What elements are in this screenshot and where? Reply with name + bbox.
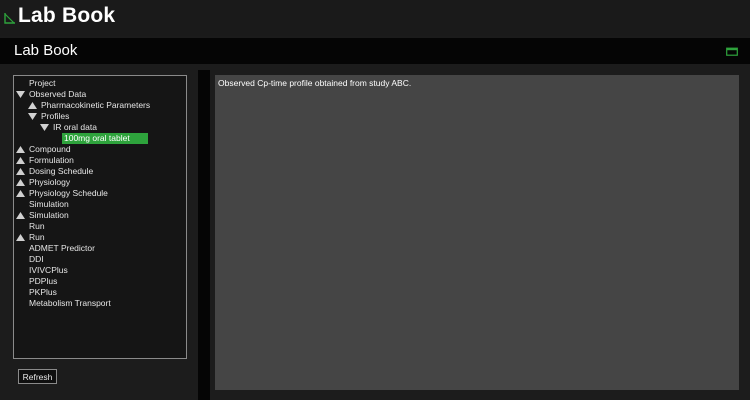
tree-item-label: Pharmacokinetic Parameters [41,100,151,110]
tree-item-label: PDPlus [29,276,58,286]
caret-up-icon[interactable] [16,234,25,241]
tree-item[interactable]: PKPlus [16,287,184,298]
caret-down-icon[interactable] [16,91,25,98]
tree-item-label: Run [29,232,45,242]
tree-item[interactable]: Compound [16,144,184,155]
tree-item[interactable]: Formulation [16,155,184,166]
lab-book-tree[interactable]: Project Observed Data Pharmacokinetic Para… [13,75,187,359]
caret-down-icon[interactable] [28,113,37,120]
tree-item-label: IR oral data [53,122,97,132]
caret-up-icon[interactable] [16,157,25,164]
tree-item[interactable]: Project [16,78,184,89]
caret-up-icon[interactable] [16,168,25,175]
tree-item[interactable]: Observed Data [16,89,184,100]
tree-item-label: Metabolism Transport [29,298,111,308]
caret-up-icon[interactable] [16,190,25,197]
tree-item-label: Run [29,221,45,231]
tree-item-label: DDI [29,254,44,264]
tree-item[interactable]: Simulation [16,210,184,221]
tree-item[interactable]: Run [16,232,184,243]
tree-item[interactable]: IR oral data [40,122,184,133]
tree-item[interactable]: Dosing Schedule [16,166,184,177]
caret-up-icon[interactable] [16,146,25,153]
tree-item[interactable]: IVIVCPlus [16,265,184,276]
tree-item-label: Physiology Schedule [29,188,108,198]
tree-item-label: PKPlus [29,287,57,297]
tree-item[interactable]: Profiles [28,111,184,122]
app-header: Lab Book [0,0,750,36]
app-logo-icon [4,13,15,24]
tree-item[interactable]: Metabolism Transport [16,298,184,309]
tree-item-label: Project [29,78,56,88]
tree-item[interactable]: Physiology Schedule [16,188,184,199]
refresh-button[interactable]: Refresh [18,369,57,384]
tree-item-label: Simulation [29,210,69,220]
tree-item[interactable]: Pharmacokinetic Parameters [28,100,184,111]
tree-item-label: Dosing Schedule [29,166,94,176]
content-area: Project Observed Data Pharmacokinetic Para… [0,64,750,400]
tree-item-label: ADMET Predictor [29,243,95,253]
detail-pane: Observed Cp-time profile obtained from s… [215,75,739,390]
panel-title: Lab Book [14,42,78,59]
panel-header: Lab Book [0,38,750,64]
tree-item[interactable]: Run [16,221,184,232]
tree-item-label: 100mg oral tablet [62,133,148,144]
tree-item-label: Physiology [29,177,71,187]
tree-item-label: Observed Data [29,89,87,99]
caret-down-icon[interactable] [40,124,49,131]
tree-item-label: IVIVCPlus [29,265,68,275]
tree-item[interactable]: 100mg oral tablet [16,133,184,144]
window-icon[interactable] [726,46,738,56]
caret-up-icon[interactable] [16,212,25,219]
tree-item-label: Simulation [29,199,69,209]
tree-item[interactable]: DDI [16,254,184,265]
tree-item-label: Profiles [41,111,70,121]
tree-item-label: Compound [29,144,71,154]
tree-item[interactable]: Simulation [16,199,184,210]
tree-item[interactable]: Physiology [16,177,184,188]
app-title: Lab Book [18,4,116,27]
splitter-handle[interactable] [198,70,210,400]
tree-item-label: Formulation [29,155,74,165]
tree-item[interactable]: ADMET Predictor [16,243,184,254]
caret-up-icon[interactable] [16,179,25,186]
caret-up-icon[interactable] [28,102,37,109]
tree-item[interactable]: PDPlus [16,276,184,287]
detail-text: Observed Cp-time profile obtained from s… [218,78,412,88]
